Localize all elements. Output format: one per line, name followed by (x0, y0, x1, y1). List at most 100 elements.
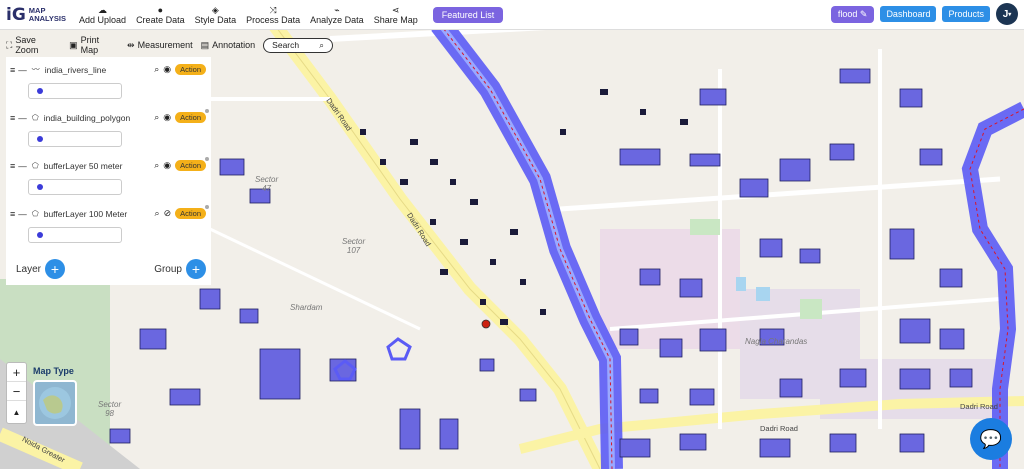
layer-status-dot (205, 109, 209, 113)
zoom-to-layer-icon[interactable]: ⌕ (155, 208, 160, 219)
printer-icon: ▣ (69, 39, 78, 50)
user-avatar[interactable]: J ▾ (996, 3, 1018, 25)
nav-label: Share Map (373, 14, 418, 25)
header-right: flood ✎ Dashboard Products J ▾ (830, 3, 1018, 25)
layer-legend[interactable] (28, 83, 122, 99)
dashboard-button[interactable]: Dashboard (880, 6, 937, 22)
layer-legend[interactable] (28, 179, 122, 195)
layers-panel: ≡ — 〰 india_rivers_line ⌕ ◉ Action ≡ — ⬠… (6, 57, 211, 285)
layer-name: india_rivers_line (44, 64, 107, 75)
add-layer-label: Layer (16, 263, 42, 275)
nav-process-data[interactable]: ⤨ Process Data (246, 5, 300, 25)
add-layer-group: Layer + (16, 259, 66, 279)
drag-handle-icon[interactable]: ≡ (10, 161, 15, 171)
search-icon: ⌕ (319, 39, 324, 50)
nav-label: Add Upload (79, 14, 127, 25)
layer-action-button[interactable]: Action (175, 208, 206, 219)
add-group-group: Group + (154, 259, 206, 279)
layer-legend[interactable] (28, 131, 122, 147)
map-label-shardam: Shardam (290, 303, 323, 312)
layer-status-dot (205, 157, 209, 161)
add-group-button[interactable]: + (186, 259, 206, 279)
drag-handle-icon[interactable]: ≡ (10, 209, 15, 219)
project-name-button[interactable]: flood ✎ (830, 5, 875, 23)
map-label-sector47: Sector 47 (255, 175, 279, 193)
tool-label: Measurement (137, 40, 193, 50)
project-name: flood (837, 8, 858, 19)
layer-name: bufferLayer 100 Meter (43, 208, 128, 219)
globe-icon (39, 387, 71, 419)
map-type-thumbnail[interactable] (33, 380, 77, 426)
tool-label: Annotation (212, 40, 256, 50)
annotation-button[interactable]: ▤ Annotation (201, 40, 256, 51)
layer-item[interactable]: ≡ — ⬠ bufferLayer 50 meter ⌕ ◉ Action (6, 155, 211, 199)
nav-create-data[interactable]: ● Create Data (136, 5, 185, 25)
road-label: Dadri Road (960, 402, 998, 411)
logo-mark: iG (6, 4, 26, 25)
tool-label: Save Zoom (15, 35, 39, 55)
map-label-sector98: Sector 98 (98, 400, 122, 418)
search-button[interactable]: Search ⌕ (263, 37, 333, 53)
layer-action-button[interactable]: Action (175, 64, 206, 75)
eye-slash-icon[interactable]: ⊘ (164, 208, 172, 219)
line-icon: 〰 (31, 65, 40, 74)
layer-action-button[interactable]: Action (175, 112, 206, 123)
collapse-icon[interactable]: — (18, 65, 27, 75)
zoom-to-layer-icon[interactable]: ⌕ (154, 64, 159, 75)
add-group-label: Group (154, 263, 182, 275)
nav-style-data[interactable]: ◈ Style Data (195, 5, 237, 25)
layer-action-button[interactable]: Action (175, 160, 206, 171)
map-type-label: Map Type (33, 366, 74, 376)
zoom-to-layer-icon[interactable]: ⌕ (154, 160, 159, 171)
collapse-icon[interactable]: — (18, 209, 27, 219)
layer-item[interactable]: ≡ — 〰 india_rivers_line ⌕ ◉ Action (6, 59, 211, 103)
drag-handle-icon[interactable]: ≡ (10, 113, 15, 123)
panel-footer: Layer + Group + (16, 259, 206, 279)
app-logo[interactable]: iG MAP ANALYSIS (6, 5, 66, 25)
nav-add-upload[interactable]: ☁ Add Upload (79, 5, 126, 25)
nav-share-map[interactable]: ⋖ Share Map (374, 5, 418, 25)
zoom-icon: ⛶ (6, 39, 13, 50)
products-button[interactable]: Products (942, 6, 990, 22)
add-layer-button[interactable]: + (45, 259, 66, 279)
nav-label: Analyze Data (310, 14, 364, 25)
eye-icon[interactable]: ◉ (163, 160, 171, 171)
chat-icon: 💬 (979, 428, 1003, 449)
road-label: Dadri Road (760, 424, 798, 433)
nav-label: Create Data (136, 14, 185, 25)
map-label-sector107: Sector 107 (342, 237, 366, 255)
upload-cloud-icon: ☁ (98, 4, 108, 15)
legend-swatch (37, 232, 43, 238)
collapse-icon[interactable]: — (18, 161, 27, 171)
zoom-control: + − ▲ (6, 362, 27, 424)
layer-item[interactable]: ≡ — ⬠ bufferLayer 100 Meter ⌕ ⊘ Action (6, 203, 211, 247)
ruler-icon: ⇹ (127, 39, 135, 50)
eye-icon[interactable]: ◉ (163, 112, 171, 123)
legend-swatch (37, 88, 43, 94)
layer-status-dot (205, 205, 209, 209)
zoom-in-button[interactable]: + (7, 363, 26, 382)
zoom-to-layer-icon[interactable]: ⌕ (154, 112, 159, 123)
chat-button[interactable]: 💬 (970, 418, 1012, 460)
featured-list-button[interactable]: Featured List (432, 6, 504, 23)
map-label-nagla: Nagla Charandas (745, 337, 808, 346)
analyze-icon: ⌁ (334, 4, 340, 15)
logo-line2: ANALYSIS (28, 13, 67, 23)
layer-legend[interactable] (28, 227, 122, 243)
save-zoom-button[interactable]: ⛶ Save Zoom (6, 35, 61, 55)
process-icon: ⤨ (269, 4, 277, 15)
nav-analyze-data[interactable]: ⌁ Analyze Data (310, 5, 364, 25)
layer-item[interactable]: ≡ — ⬠ india_building_polygon ⌕ ◉ Action (6, 107, 211, 151)
polygon-icon: ⬠ (31, 113, 39, 122)
print-map-button[interactable]: ▣ Print Map (69, 35, 119, 55)
chevron-down-icon: ▾ (1008, 11, 1012, 18)
zoom-out-button[interactable]: − (7, 382, 26, 401)
share-icon: ⋖ (391, 4, 400, 15)
map-toolbar: ⛶ Save Zoom ▣ Print Map ⇹ Measurement ▤ Anno… (6, 35, 333, 55)
drag-handle-icon[interactable]: ≡ (10, 65, 15, 75)
tool-label: Print Map (80, 35, 100, 55)
collapse-icon[interactable]: — (18, 113, 27, 123)
compass-icon[interactable]: ▲ (7, 401, 26, 423)
measurement-button[interactable]: ⇹ Measurement (127, 40, 193, 51)
eye-icon[interactable]: ◉ (163, 64, 171, 75)
